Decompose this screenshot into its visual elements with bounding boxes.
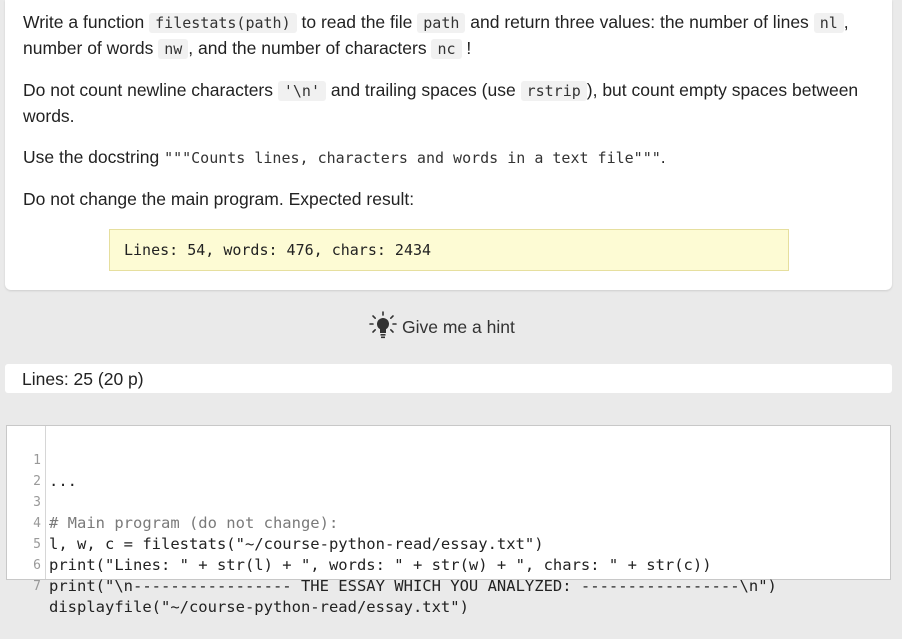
code-text[interactable]: print("\n----------------- THE ESSAY WHI… (49, 576, 777, 597)
text: to read the file (301, 12, 413, 32)
code-line: 7 displayfile("~/course-python-read/essa… (7, 555, 469, 616)
code-line: 2 (7, 450, 44, 489)
code-line: 5 print("Lines: " + str(l) + ", words: "… (7, 513, 711, 574)
task-paragraph-1: Write a function filestats(path) to read… (23, 10, 873, 62)
code-line: 4 l, w, c = filestats("~/course-python-r… (7, 492, 543, 553)
text: and return three values: the number of l… (470, 12, 809, 32)
lines-status: Lines: 25 (20 p) (5, 364, 892, 393)
code-text[interactable]: l, w, c = filestats("~/course-python-rea… (49, 534, 544, 555)
text: Use the docstring (23, 147, 160, 167)
code-nw: nw (158, 39, 189, 59)
task-card: Write a function filestats(path) to read… (5, 0, 892, 290)
code-text[interactable]: displayfile("~/course-python-read/essay.… (49, 597, 469, 618)
hint-label: Give me a hint (402, 316, 515, 337)
text: . (660, 147, 666, 167)
code-nc: nc (431, 39, 462, 59)
code-text[interactable]: print("Lines: " + str(l) + ", words: " +… (49, 555, 712, 576)
text: and trailing spaces (use (330, 80, 516, 100)
text: Write a function (23, 12, 145, 32)
code-text[interactable]: # Main program (do not change): (49, 513, 338, 534)
task-paragraph-3: Use the docstring """Counts lines, chara… (23, 145, 873, 171)
text: Do not count newline characters (23, 80, 273, 100)
hint-button[interactable]: Give me a hint (368, 310, 515, 345)
line-number: 7 (33, 579, 41, 594)
code-text[interactable]: ... (49, 471, 77, 492)
code-editor[interactable]: 1 ... 2 3 # Main program (do not change)… (6, 425, 891, 616)
expected-output: Lines: 54, words: 476, chars: 2434 (109, 229, 789, 271)
code-rstrip: rstrip (520, 81, 587, 101)
code-filestats: filestats(path) (149, 13, 297, 33)
code-line: 3 # Main program (do not change): (7, 471, 338, 532)
code-nl: nl (813, 13, 844, 33)
code-line: 6 print("\n----------------- THE ESSAY W… (7, 534, 777, 595)
code-line: 1 ... (7, 429, 77, 490)
task-paragraph-2: Do not count newline characters '\n' and… (23, 78, 873, 129)
docstring: """Counts lines, characters and words in… (164, 149, 661, 167)
text: ! (466, 38, 472, 58)
task-paragraph-4: Do not change the main program. Expected… (23, 189, 415, 209)
code-newline: '\n' (277, 81, 326, 101)
lightbulb-icon (368, 310, 398, 345)
code-path: path (417, 13, 466, 33)
text: , and the number of characters (188, 38, 427, 58)
